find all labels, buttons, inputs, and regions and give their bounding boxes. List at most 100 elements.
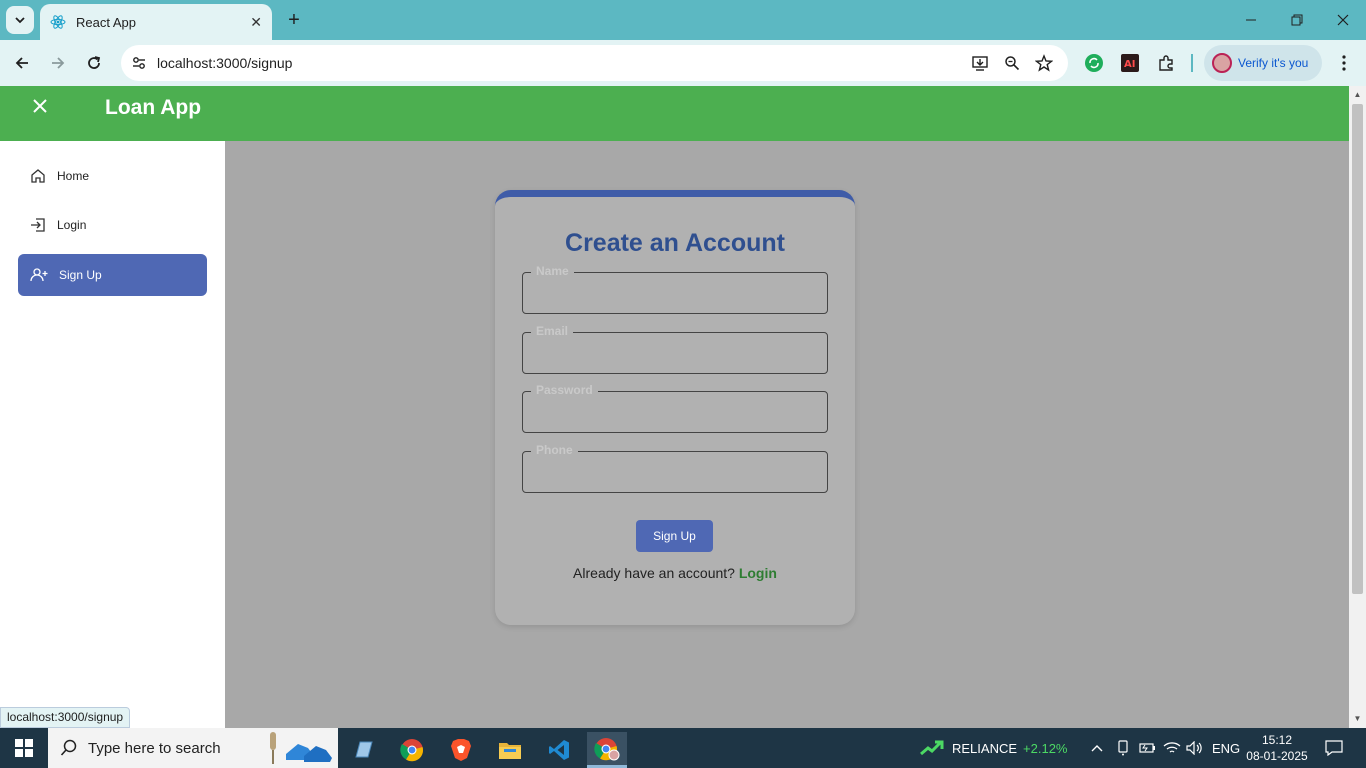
name-label: Name (531, 264, 574, 278)
start-button[interactable] (0, 728, 48, 768)
tray-overflow[interactable] (1090, 728, 1104, 768)
svg-text:AI: AI (1124, 59, 1135, 70)
signup-card: Create an Account Name Email Password Ph… (495, 190, 855, 625)
name-input[interactable] (523, 273, 827, 313)
password-field[interactable]: Password (522, 383, 828, 433)
sidebar-item-home[interactable]: Home (18, 155, 207, 197)
notes-icon (355, 741, 373, 758)
app-header: Loan App (0, 86, 1349, 141)
url-text: localhost:3000/signup (157, 55, 293, 71)
forward-button[interactable] (45, 50, 71, 76)
folder-icon (499, 743, 521, 759)
reload-button[interactable] (81, 50, 107, 76)
windows-icon (15, 739, 33, 757)
taskbar-notes-app[interactable] (343, 732, 383, 768)
taskbar-clock[interactable]: 15:12 08-01-2025 (1240, 732, 1314, 764)
scroll-thumb[interactable] (1352, 104, 1363, 594)
browser-tab-bar: React App ✕ + (0, 0, 1366, 40)
close-drawer-icon[interactable] (30, 96, 50, 116)
tab-search-button[interactable] (6, 6, 34, 34)
taskbar-chrome[interactable] (392, 732, 432, 768)
already-text: Already have an account? (573, 565, 735, 581)
install-app-icon[interactable] (970, 53, 990, 73)
phone-field[interactable]: Phone (522, 443, 828, 493)
vscode-icon (549, 740, 569, 760)
tab-title: React App (76, 14, 136, 30)
profile-label: Verify it's you (1238, 56, 1309, 70)
minimize-button[interactable] (1228, 0, 1274, 40)
clock-date: 08-01-2025 (1246, 749, 1308, 763)
sidebar-item-label: Home (57, 169, 90, 183)
close-window-button[interactable] (1320, 0, 1366, 40)
arrow-left-icon (15, 57, 28, 69)
chrome-profile-icon (594, 737, 620, 760)
extension-sync-icon[interactable] (1083, 52, 1105, 74)
page-scrollbar[interactable]: ▲ ▼ (1349, 86, 1366, 728)
back-button[interactable] (9, 50, 35, 76)
scroll-down-icon[interactable]: ▼ (1353, 714, 1362, 723)
tray-wifi[interactable] (1163, 728, 1181, 768)
extension-adobe-icon[interactable]: AI (1119, 52, 1141, 74)
add-user-icon (30, 268, 48, 282)
stock-up-icon (920, 740, 944, 756)
battery-icon (1139, 743, 1155, 753)
name-field[interactable]: Name (522, 264, 828, 314)
tray-language[interactable]: ENG (1212, 728, 1240, 768)
sidebar-item-signup[interactable]: Sign Up (18, 254, 207, 296)
profile-button[interactable]: Verify it's you (1204, 45, 1322, 81)
address-bar[interactable]: localhost:3000/signup (121, 45, 1068, 81)
scroll-up-icon[interactable]: ▲ (1353, 90, 1362, 99)
login-link[interactable]: Login (739, 565, 777, 581)
phone-input[interactable] (523, 452, 827, 492)
bookmark-star-icon[interactable] (1034, 53, 1054, 73)
new-tab-button[interactable]: + (282, 8, 306, 32)
browser-menu-button[interactable] (1333, 52, 1355, 74)
zoom-icon[interactable] (1002, 53, 1022, 73)
notification-icon (1325, 740, 1343, 756)
taskbar-search[interactable]: Type here to search (48, 728, 338, 768)
sidebar: Home Login Sign Up (0, 141, 225, 728)
search-icon (60, 739, 77, 756)
notifications-button[interactable] (1324, 728, 1344, 768)
toolbar-divider (1191, 54, 1193, 72)
brave-icon (451, 739, 471, 761)
close-tab-icon[interactable]: ✕ (250, 14, 262, 31)
chevron-down-icon (15, 17, 25, 24)
tray-device[interactable] (1116, 728, 1130, 768)
taskbar-brave[interactable] (441, 732, 481, 768)
site-info-icon[interactable] (129, 53, 149, 73)
sidebar-item-login[interactable]: Login (18, 204, 207, 246)
login-icon (31, 218, 45, 232)
search-placeholder: Type here to search (88, 739, 221, 757)
email-input[interactable] (523, 333, 827, 373)
home-icon (31, 169, 45, 183)
password-input[interactable] (523, 392, 827, 432)
email-field[interactable]: Email (522, 324, 828, 374)
sneaker-icon (270, 732, 332, 764)
password-label: Password (531, 383, 598, 397)
tray-battery[interactable] (1139, 728, 1157, 768)
app-brand: Loan App (105, 96, 202, 119)
extensions-puzzle-icon[interactable] (1155, 52, 1177, 74)
chevron-up-icon (1091, 745, 1103, 752)
avatar (1212, 53, 1232, 73)
restore-button[interactable] (1274, 0, 1320, 40)
speaker-icon (1186, 741, 1202, 755)
windows-taskbar: Type here to search RELIANCE +2.12% ENG … (0, 728, 1366, 768)
taskbar-chrome-active[interactable] (587, 732, 627, 768)
status-url: localhost:3000/signup (0, 707, 131, 728)
form-title: Create an Account (565, 229, 785, 257)
restore-icon (1291, 14, 1303, 26)
browser-tab[interactable]: React App ✕ (40, 4, 272, 40)
tray-volume[interactable] (1186, 728, 1204, 768)
stock-change: +2.12% (1023, 740, 1068, 756)
stock-widget[interactable]: RELIANCE +2.12% (920, 728, 1067, 768)
signup-button[interactable]: Sign Up (636, 520, 713, 552)
stock-name: RELIANCE (952, 740, 1018, 756)
react-icon (50, 15, 66, 29)
sidebar-item-label: Login (57, 218, 87, 232)
taskbar-file-explorer[interactable] (490, 732, 530, 768)
chrome-icon (400, 739, 424, 762)
arrow-right-icon (52, 57, 65, 69)
taskbar-vscode[interactable] (539, 732, 579, 768)
